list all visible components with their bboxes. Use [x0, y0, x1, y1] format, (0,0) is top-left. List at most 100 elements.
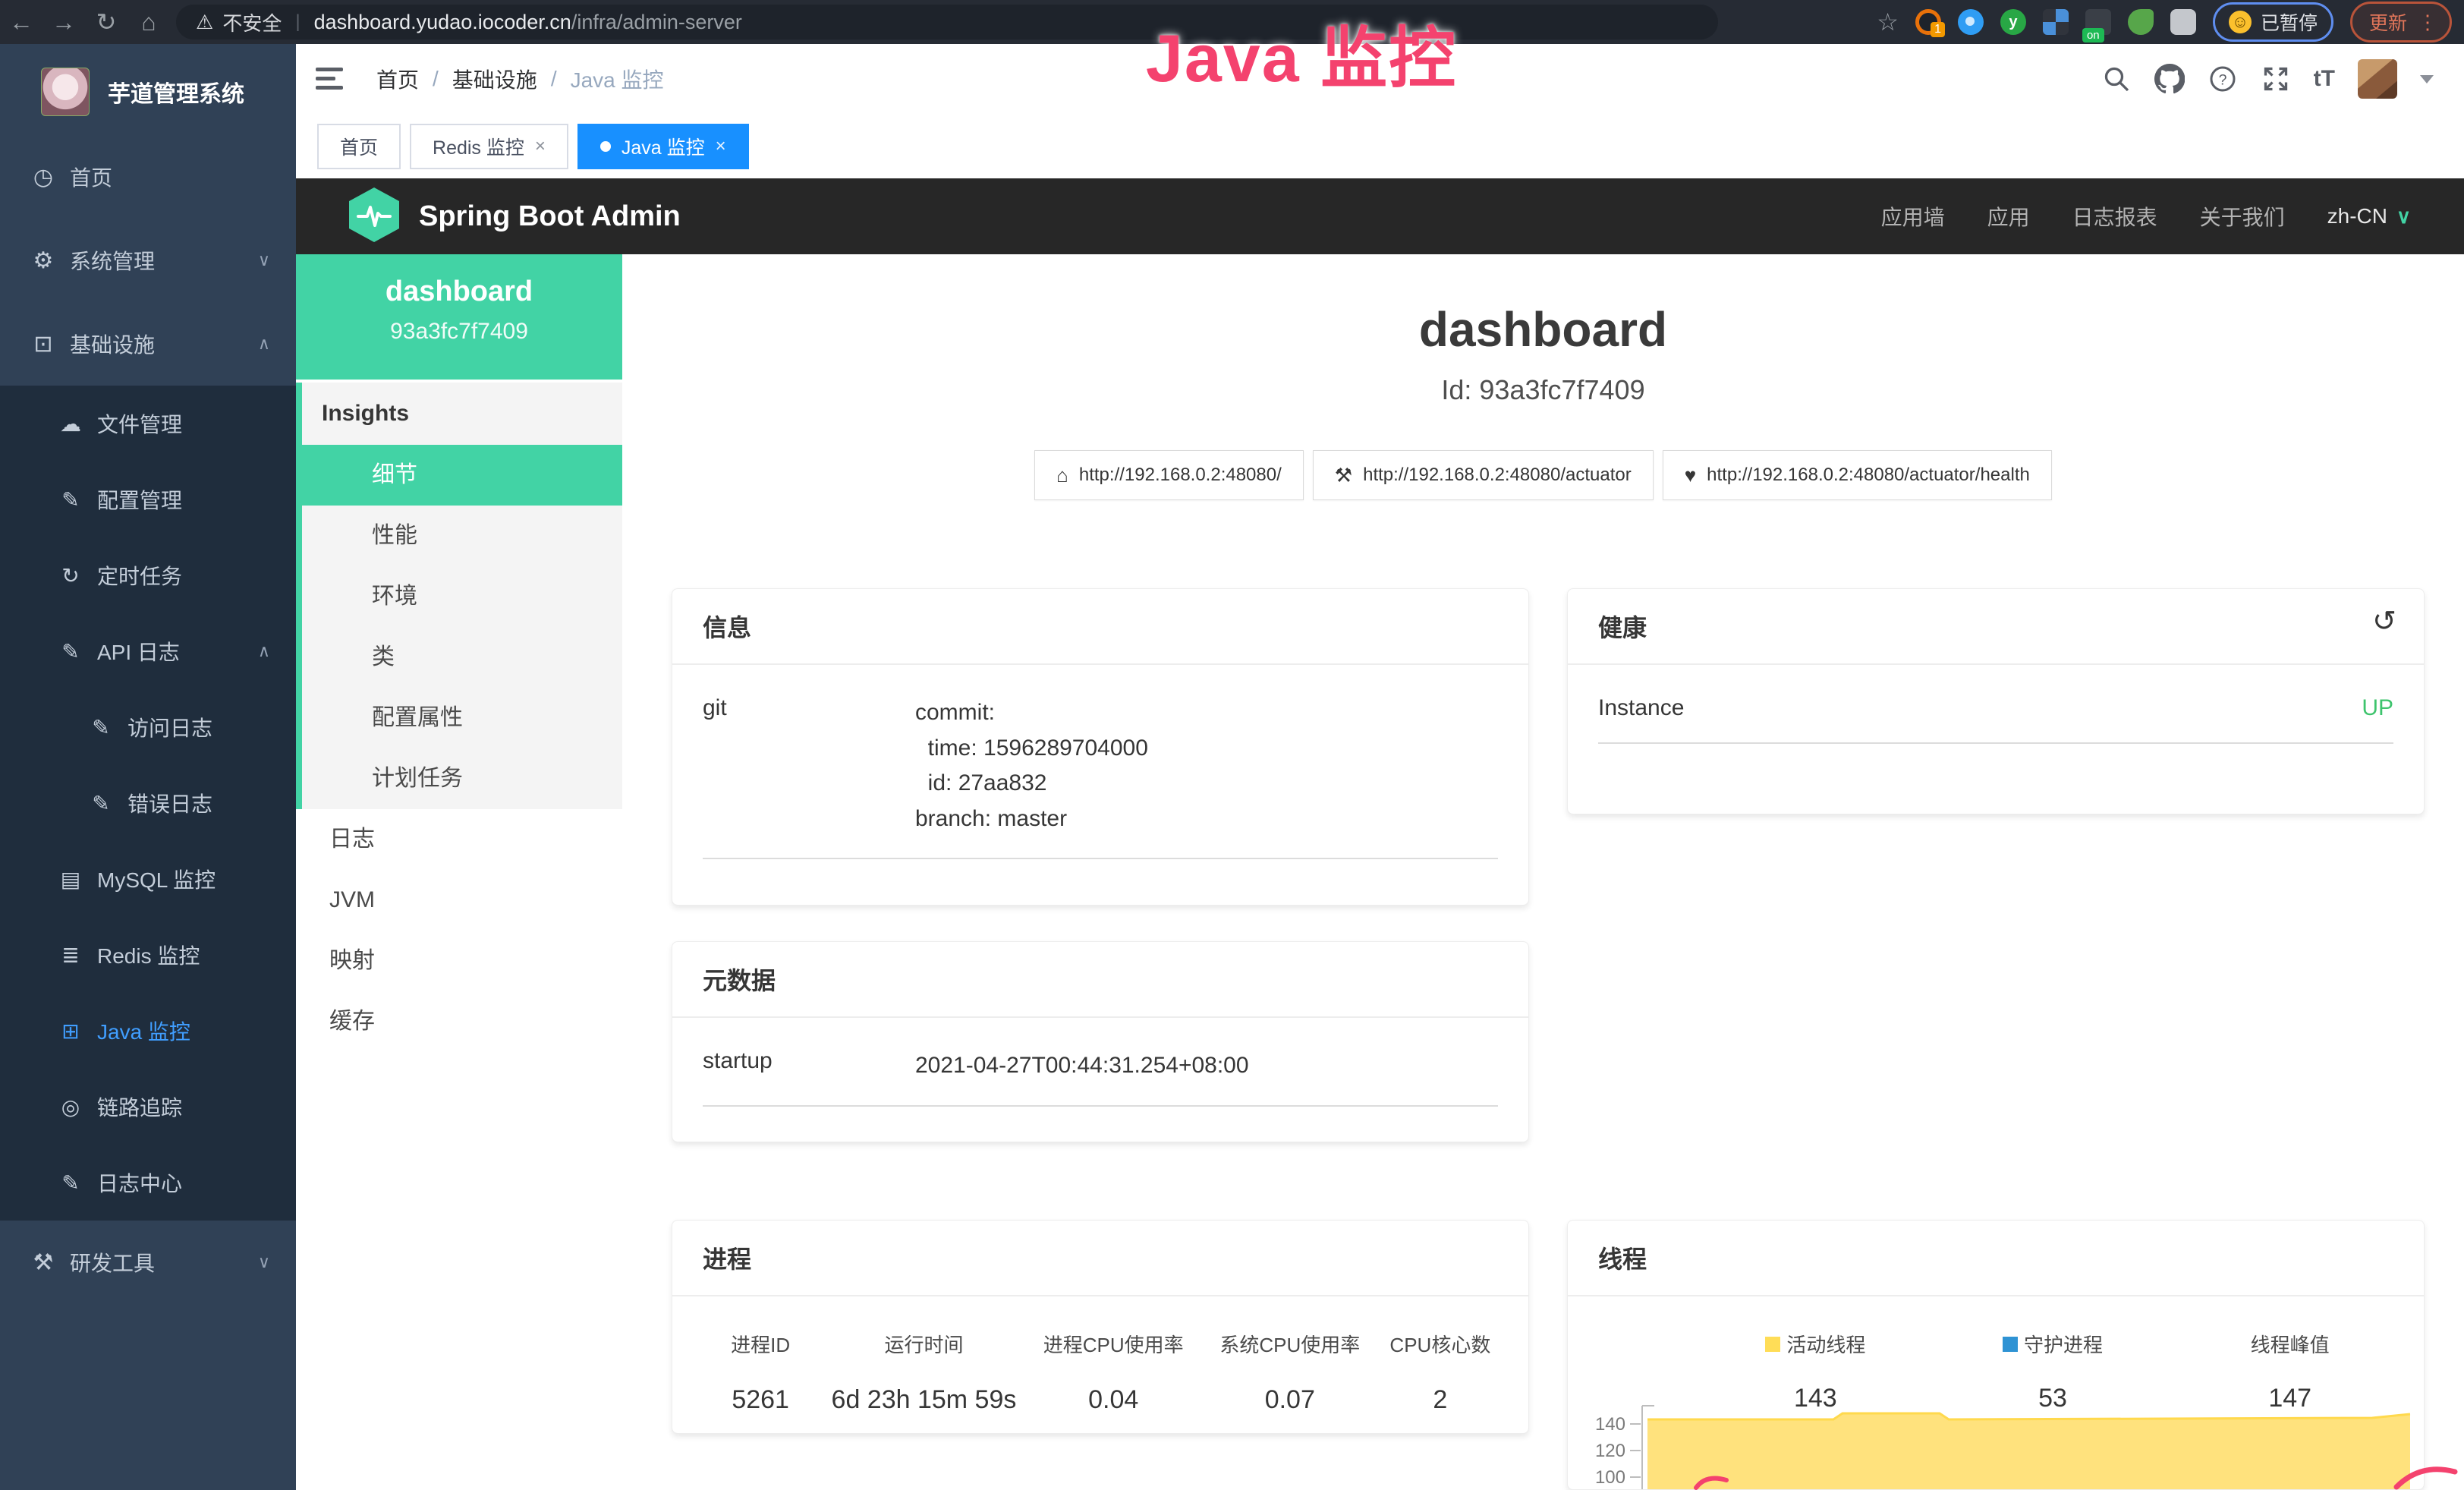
close-icon[interactable]: ×	[535, 136, 546, 157]
breadcrumb-home[interactable]: 首页	[376, 64, 419, 94]
sidebar-item-infra[interactable]: ⊡ 基础设施 ∧	[0, 302, 296, 386]
sidebar-item-api-logs[interactable]: ✎ API 日志 ∧	[0, 613, 296, 689]
health-url-button[interactable]: ♥ http://192.168.0.2:48080/actuator/heal…	[1663, 450, 2052, 500]
sidebar-item-scheduled-jobs[interactable]: ↻ 定时任务	[0, 537, 296, 613]
sidebar-item-file-manage[interactable]: ☁ 文件管理	[0, 386, 296, 461]
search-icon[interactable]	[2101, 64, 2132, 94]
java-monitor-icon: ⊞	[58, 1019, 83, 1044]
sba-link-about[interactable]: 关于我们	[2200, 201, 2285, 232]
service-url-button[interactable]: ⌂ http://192.168.0.2:48080/	[1034, 450, 1304, 500]
sidebar-item-home[interactable]: ◷ 首页	[0, 135, 296, 219]
sba-item-classes[interactable]: 类	[302, 627, 622, 688]
sba-item-logs[interactable]: 日志	[296, 809, 622, 870]
fullscreen-icon[interactable]	[2261, 64, 2291, 94]
health-instance-row: Instance UP	[1598, 665, 2393, 744]
infra-submenu: ☁ 文件管理 ✎ 配置管理 ↻ 定时任务 ✎ API 日志 ∧ ✎ 访问日志 ✎…	[0, 386, 296, 1221]
extension-badge: 1	[1931, 22, 1945, 37]
legend-label: 守护进程	[2024, 1330, 2103, 1358]
url-path[interactable]: /infra/admin-server	[571, 11, 742, 34]
sidebar-item-access-logs[interactable]: ✎ 访问日志	[0, 689, 296, 765]
legend-label: 线程峰值	[2251, 1330, 2330, 1358]
extension-icon[interactable]: on	[2085, 9, 2111, 35]
sba-brand-title[interactable]: Spring Boot Admin	[419, 200, 681, 233]
history-icon[interactable]: ↺	[2372, 604, 2396, 638]
process-cpu: 0.04	[1022, 1385, 1205, 1415]
sidebar-item-log-center[interactable]: ✎ 日志中心	[0, 1145, 296, 1221]
sba-instance-header[interactable]: dashboard 93a3fc7f7409	[296, 254, 622, 380]
bookmark-star-icon[interactable]: ☆	[1877, 8, 1899, 36]
sba-item-jvm[interactable]: JVM	[296, 870, 622, 931]
sba-item-environment[interactable]: 环境	[302, 566, 622, 627]
tab-java-monitor[interactable]: Java 监控 ×	[577, 124, 749, 169]
annotation-scribble	[1692, 1471, 1730, 1490]
browser-menu-dots-icon[interactable]: ⋮	[2418, 11, 2437, 34]
chevron-down-icon: ∨	[258, 250, 270, 270]
address-separator: |	[295, 11, 300, 33]
process-card: 进程 进程ID5261 运行时间6d 23h 15m 59s 进程CPU使用率0…	[672, 1220, 1529, 1434]
sidebar-item-error-logs[interactable]: ✎ 错误日志	[0, 765, 296, 841]
sidebar-item-label: 基础设施	[70, 329, 155, 359]
breadcrumb-separator: /	[433, 67, 439, 91]
edit-icon: ✎	[58, 487, 83, 512]
tab-home[interactable]: 首页	[317, 124, 401, 169]
font-size-icon[interactable]: tT	[2314, 66, 2335, 92]
sidebar-item-label: Java 监控	[97, 1016, 190, 1046]
sba-item-mappings[interactable]: 映射	[296, 931, 622, 991]
chrome-update-button[interactable]: 更新 ⋮	[2350, 2, 2452, 43]
hamburger-menu-icon[interactable]	[316, 68, 343, 90]
security-label[interactable]: 不安全	[222, 8, 282, 36]
sba-sidebar: dashboard 93a3fc7f7409 Insights 细节 性能 环境…	[296, 254, 622, 1490]
sba-link-applications[interactable]: 应用	[1987, 201, 2030, 232]
browser-reload-icon[interactable]: ↻	[85, 8, 127, 36]
sidebar-item-redis-monitor[interactable]: ≣ Redis 监控	[0, 917, 296, 993]
browser-forward-icon[interactable]: →	[42, 8, 85, 36]
git-commit-line: commit:	[915, 695, 1148, 731]
paused-profile-badge[interactable]: ☺ 已暂停	[2213, 2, 2333, 42]
extensions-puzzle-icon[interactable]	[2170, 9, 2196, 35]
metadata-card-title: 元数据	[672, 942, 1528, 1018]
sidebar-item-system[interactable]: ⚙ 系统管理 ∨	[0, 219, 296, 302]
close-icon[interactable]: ×	[716, 136, 726, 157]
sidebar-item-dev-tools[interactable]: ⚒ 研发工具 ∨	[0, 1221, 296, 1304]
sba-insights-section: Insights 细节 性能 环境 类 配置属性 计划任务	[296, 383, 622, 809]
browser-home-icon[interactable]: ⌂	[127, 8, 170, 36]
sba-locale-select[interactable]: zh-CN ∨	[2327, 204, 2411, 228]
sba-item-metrics[interactable]: 性能	[302, 506, 622, 566]
annotation-scribble	[2390, 1461, 2459, 1490]
y-tick-140: 140	[1595, 1414, 1625, 1435]
sba-item-config-props[interactable]: 配置属性	[302, 688, 622, 748]
sidebar-item-config-manage[interactable]: ✎ 配置管理	[0, 461, 296, 537]
sba-item-details[interactable]: 细节	[296, 445, 622, 506]
heart-icon: ♥	[1685, 464, 1696, 487]
log-icon: ✎	[58, 639, 83, 664]
user-avatar[interactable]	[2358, 59, 2397, 99]
user-menu-caret-icon[interactable]	[2420, 75, 2434, 83]
sidebar-item-label: 系统管理	[70, 245, 155, 276]
sba-link-wallboard[interactable]: 应用墙	[1881, 201, 1945, 232]
sba-item-scheduled-tasks[interactable]: 计划任务	[302, 748, 622, 809]
sidebar-item-tracing[interactable]: ◎ 链路追踪	[0, 1069, 296, 1145]
extension-leaf-icon[interactable]	[2128, 9, 2154, 35]
app-logo-row[interactable]: 芋道管理系统	[0, 44, 296, 135]
extension-y-icon[interactable]: y	[2000, 9, 2026, 35]
sidebar-item-mysql-monitor[interactable]: ▤ MySQL 监控	[0, 841, 296, 917]
actuator-url-button[interactable]: ⚒ http://192.168.0.2:48080/actuator	[1313, 450, 1654, 500]
extension-pin-icon[interactable]	[1958, 9, 1984, 35]
info-value: commit: time: 1596289704000 id: 27aa832 …	[915, 695, 1148, 836]
help-icon[interactable]: ?	[2208, 64, 2238, 94]
url-host[interactable]: dashboard.yudao.iocoder.cn	[314, 11, 571, 34]
git-branch-line: branch: master	[915, 802, 1148, 837]
extension-grid-icon[interactable]	[2043, 9, 2069, 35]
browser-back-icon[interactable]: ←	[0, 8, 42, 36]
github-icon[interactable]	[2154, 64, 2185, 94]
security-warning-icon[interactable]: ⚠	[196, 11, 213, 34]
tab-redis-monitor[interactable]: Redis 监控 ×	[410, 124, 568, 169]
sidebar-item-label: 首页	[70, 162, 112, 192]
sba-item-caches[interactable]: 缓存	[296, 991, 622, 1052]
sba-link-journal[interactable]: 日志报表	[2072, 201, 2157, 232]
sidebar-item-java-monitor[interactable]: ⊞ Java 监控	[0, 993, 296, 1069]
eye-icon: ◎	[58, 1095, 83, 1120]
spring-boot-admin-logo-icon[interactable]	[349, 187, 399, 246]
breadcrumb-infra[interactable]: 基础设施	[452, 64, 537, 94]
extension-icon[interactable]: 1	[1915, 9, 1941, 35]
